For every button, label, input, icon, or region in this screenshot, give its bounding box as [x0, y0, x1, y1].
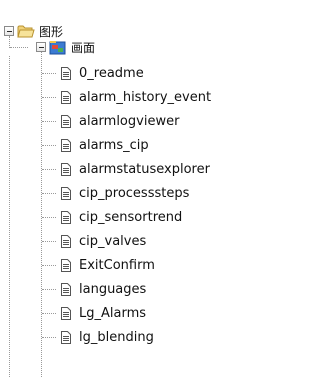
tree-item[interactable]: ExitConfirm [0, 254, 247, 278]
tree-branch [42, 289, 56, 290]
tree-item[interactable]: alarms_cip [0, 134, 247, 158]
folder-icon[interactable] [17, 24, 35, 38]
project-tree: 图形 画面 0_readme alarm_history_event alarm… [0, 0, 247, 377]
tree-branch [42, 97, 56, 98]
tree-item[interactable]: cip_sensortrend [0, 206, 247, 230]
document-icon [61, 91, 71, 104]
tree-item-label: alarmstatusexplorer [79, 162, 210, 177]
tree-branch [42, 241, 56, 242]
tree-branch [42, 313, 56, 314]
root-collapse-toggle[interactable] [4, 26, 14, 36]
tree-item-label: alarm_history_event [79, 90, 212, 105]
tree-item[interactable]: alarmstatusexplorer [0, 158, 247, 182]
tree-item-label: alarms_cip [79, 138, 149, 153]
tree-item-label: cip_sensortrend [79, 210, 183, 225]
document-icon [61, 259, 71, 272]
child-collapse-toggle[interactable] [36, 42, 46, 52]
tree-item[interactable]: alarm_history_event [0, 86, 247, 110]
document-icon [61, 307, 71, 320]
document-icon [61, 331, 71, 344]
tree-item-label: cip_valves [79, 234, 147, 249]
tree-item-label: alarmlogviewer [79, 114, 180, 129]
tree-child-label[interactable]: 画面 [71, 40, 95, 56]
tree-item-label: languages [79, 282, 147, 297]
document-icon [61, 163, 71, 176]
tree-item-label: lg_blending [79, 330, 154, 345]
tree-branch [42, 145, 56, 146]
tree-item[interactable]: lg_blending [0, 326, 247, 350]
tree-branch [42, 73, 56, 74]
document-icon [61, 187, 71, 200]
tree-item-label: cip_processsteps [79, 186, 190, 201]
tree-item-label: ExitConfirm [79, 258, 155, 273]
tree-root-label[interactable]: 图形 [39, 24, 63, 40]
tree-item[interactable]: Lg_Alarms [0, 302, 247, 326]
tree-item-label: 0_readme [79, 66, 144, 81]
document-icon [61, 235, 71, 248]
tree-item[interactable]: cip_processsteps [0, 182, 247, 206]
tree-branch [42, 169, 56, 170]
tree-branch [42, 265, 56, 266]
document-icon [61, 211, 71, 224]
tree-item[interactable]: 0_readme [0, 62, 247, 86]
document-icon [61, 115, 71, 128]
tree-item-label: Lg_Alarms [79, 306, 147, 321]
document-icon [61, 67, 71, 80]
tree-item[interactable]: alarmlogviewer [0, 110, 247, 134]
document-icon [61, 139, 71, 152]
tree-branch [42, 121, 56, 122]
tree-branch [42, 337, 56, 338]
tree-item[interactable]: languages [0, 278, 247, 302]
tree-item[interactable]: cip_valves [0, 230, 247, 254]
document-icon [61, 283, 71, 296]
tree-branch [42, 217, 56, 218]
screens-folder-icon[interactable] [49, 40, 67, 55]
tree-connector-child [10, 47, 28, 48]
tree-branch [42, 193, 56, 194]
